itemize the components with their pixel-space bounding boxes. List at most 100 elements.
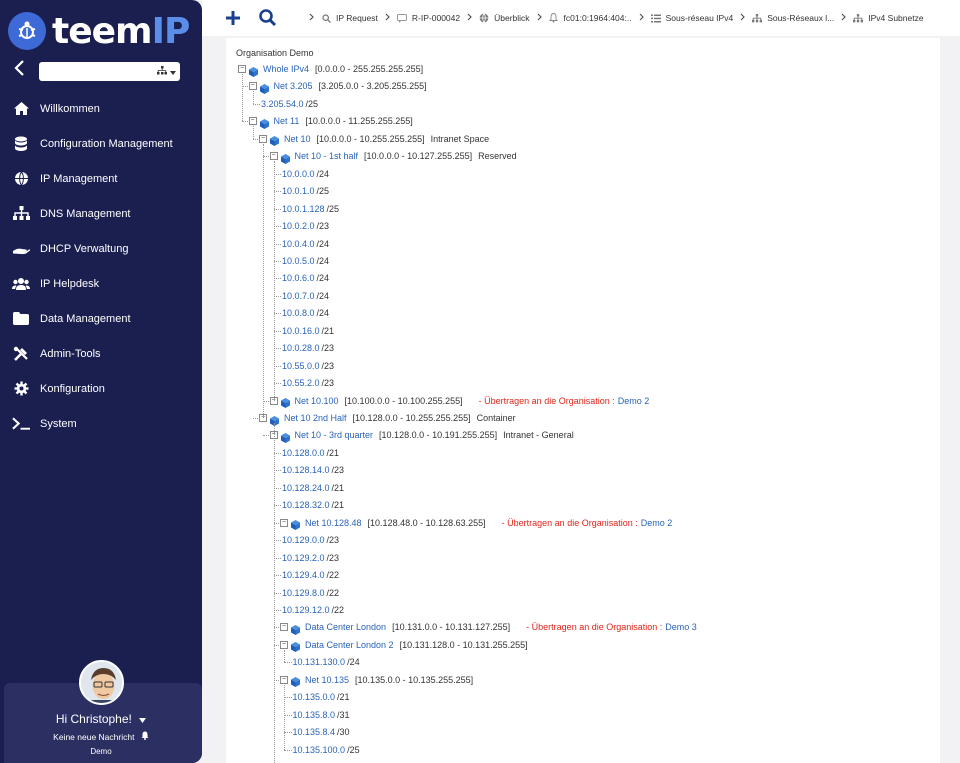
search-icon[interactable] bbox=[258, 8, 278, 28]
collapse-toggle-icon[interactable]: − bbox=[248, 117, 257, 126]
subnet-link[interactable]: 3.205.54.0 bbox=[261, 99, 304, 109]
tree-network-node: − Net 10 - 3rd quarter [10.128.0.0 - 10.19… bbox=[269, 428, 574, 443]
sidebar-item-willkommen[interactable]: Willkommen bbox=[0, 91, 202, 126]
network-link[interactable]: Data Center London 2 bbox=[305, 640, 394, 650]
network-link[interactable]: Net 11 bbox=[274, 116, 300, 126]
network-link[interactable]: Net 10.100 bbox=[295, 396, 339, 406]
sidebar-item-system[interactable]: System bbox=[0, 406, 202, 441]
notification-status[interactable]: Keine neue Nachricht bbox=[0, 731, 202, 742]
collapse-toggle-icon[interactable]: − bbox=[280, 675, 288, 684]
plus-icon[interactable] bbox=[223, 8, 243, 28]
network-link[interactable]: Net 10.128.48 bbox=[305, 518, 362, 528]
subnet-link[interactable]: 10.0.16.0 bbox=[282, 326, 320, 336]
avatar[interactable] bbox=[79, 660, 124, 705]
breadcrumb-item[interactable]: IPv4 Subnetze bbox=[853, 13, 924, 23]
sidebar-item-dhcp-verwaltung[interactable]: DHCP Verwaltung bbox=[0, 231, 202, 266]
sidebar-item-configuration-management[interactable]: Configuration Management bbox=[0, 126, 202, 161]
network-link[interactable]: Net 10 bbox=[284, 134, 311, 144]
subnet-link[interactable]: 10.129.4.0 bbox=[282, 570, 325, 580]
breadcrumb-item[interactable]: Sous-réseau IPv4 bbox=[650, 13, 733, 23]
tree-branch-line bbox=[273, 383, 281, 385]
subnet-link[interactable]: 10.55.2.0 bbox=[282, 378, 320, 388]
bell-icon bbox=[549, 13, 559, 23]
sidebar-item-dns-management[interactable]: DNS Management bbox=[0, 196, 202, 231]
user-greeting[interactable]: Hi Christophe! bbox=[0, 712, 202, 726]
tree-subnet-node: 10.0.7.0/24 bbox=[282, 289, 329, 303]
subnet-link[interactable]: 10.0.1.128 bbox=[282, 204, 325, 214]
sidebar-item-ip-helpdesk[interactable]: IP Helpdesk bbox=[0, 266, 202, 301]
breadcrumb-item[interactable]: fc01:0:1964:404:.. bbox=[549, 13, 632, 23]
breadcrumb-item[interactable]: IP Request bbox=[321, 13, 378, 23]
network-link[interactable]: Net 3.205 bbox=[274, 81, 313, 91]
subnet-link[interactable]: 10.129.2.0 bbox=[282, 553, 325, 563]
subnet-link[interactable]: 10.131.130.0 bbox=[293, 657, 346, 667]
tree-subnet-node: 10.55.2.0/23 bbox=[282, 376, 334, 390]
subnet-link[interactable]: 10.0.7.0 bbox=[282, 291, 315, 301]
subnet-link[interactable]: 10.0.8.0 bbox=[282, 308, 315, 318]
sidebar-item-ip-management[interactable]: IP Management bbox=[0, 161, 202, 196]
subnet-link[interactable]: 10.55.0.0 bbox=[282, 361, 320, 371]
collapse-toggle-icon[interactable]: − bbox=[248, 82, 257, 91]
subnet-link[interactable]: 10.0.5.0 bbox=[282, 256, 315, 266]
transfer-org-link[interactable]: Demo 3 bbox=[665, 622, 697, 632]
collapse-toggle-icon[interactable]: − bbox=[259, 134, 267, 143]
subnet-link[interactable]: 10.129.8.0 bbox=[282, 588, 325, 598]
tree-subnet-node: 10.128.32.0/21 bbox=[282, 498, 344, 512]
tree-subnet-node: 10.0.8.0/24 bbox=[282, 306, 329, 320]
subnet-link[interactable]: 10.128.32.0 bbox=[282, 500, 330, 510]
subnet-mask: /31 bbox=[337, 709, 350, 720]
network-link[interactable]: Net 10 - 3rd quarter bbox=[295, 430, 374, 440]
subnet-link[interactable]: 10.0.2.0 bbox=[282, 221, 315, 231]
subnet-link[interactable]: 10.0.28.0 bbox=[282, 343, 320, 353]
tree-guide-line bbox=[252, 126, 254, 139]
subnet-mask: /23 bbox=[321, 360, 335, 371]
breadcrumb-item[interactable]: Überblick bbox=[479, 13, 530, 23]
chevron-right-icon bbox=[385, 12, 390, 24]
transfer-org-link[interactable]: Demo 2 bbox=[641, 518, 673, 528]
subnet-link[interactable]: 10.0.6.0 bbox=[282, 273, 315, 283]
subnet-link[interactable]: 10.135.0.0 bbox=[293, 692, 336, 702]
transfer-org-link[interactable]: Demo 2 bbox=[618, 396, 650, 406]
tree-subnet-node: 10.0.4.0/24 bbox=[282, 237, 329, 251]
network-range: [10.131.128.0 - 10.131.255.255] bbox=[399, 639, 528, 650]
collapse-toggle-icon[interactable]: − bbox=[280, 623, 288, 632]
network-link[interactable]: Net 10.135 bbox=[305, 675, 349, 685]
subnet-link[interactable]: 10.0.4.0 bbox=[282, 239, 315, 249]
network-link[interactable]: Net 10 - 1st half bbox=[295, 151, 359, 161]
breadcrumb-item[interactable]: Sous-Réseaux l... bbox=[752, 13, 834, 23]
collapse-toggle-icon[interactable]: − bbox=[269, 152, 278, 161]
cube-icon bbox=[259, 83, 270, 94]
network-link[interactable]: Whole IPv4 bbox=[263, 64, 309, 74]
sidebar-item-admin-tools[interactable]: Admin-Tools bbox=[0, 336, 202, 371]
subnet-link[interactable]: 10.129.0.0 bbox=[282, 535, 325, 545]
subnet-link[interactable]: 10.129.12.0 bbox=[282, 605, 330, 615]
organisation-select[interactable] bbox=[39, 62, 180, 81]
tree-branch-line bbox=[273, 470, 281, 472]
breadcrumb-label: fc01:0:1964:404:.. bbox=[563, 13, 632, 23]
network-link[interactable]: Net 10 2nd Half bbox=[284, 413, 347, 423]
tree-network-node: − Data Center London 2 [10.131.128.0 - 10.… bbox=[280, 638, 528, 653]
sidebar-item-label: System bbox=[40, 417, 77, 430]
collapse-toggle-icon[interactable]: − bbox=[238, 65, 246, 73]
subnet-link[interactable]: 10.135.100.0 bbox=[293, 745, 346, 755]
cube-icon bbox=[291, 642, 301, 653]
subnet-link[interactable]: 10.135.8.0 bbox=[293, 710, 336, 720]
collapse-toggle-icon[interactable]: − bbox=[280, 518, 288, 527]
subnet-link[interactable]: 10.128.24.0 bbox=[282, 483, 330, 493]
collapse-toggle-icon[interactable]: − bbox=[280, 640, 288, 649]
subnet-link[interactable]: 10.135.8.4 bbox=[293, 727, 336, 737]
logo[interactable]: teemIP bbox=[8, 10, 190, 52]
tree-subnet-node: 10.0.1.128/25 bbox=[282, 202, 339, 216]
sidebar-item-label: Data Management bbox=[40, 312, 131, 325]
subnet-link[interactable]: 10.0.0.0 bbox=[282, 169, 315, 179]
network-link[interactable]: Data Center London bbox=[305, 622, 386, 632]
chevron-left-icon[interactable] bbox=[12, 58, 28, 78]
subnet-link[interactable]: 10.128.14.0 bbox=[282, 465, 330, 475]
sidebar-item-konfiguration[interactable]: Konfiguration bbox=[0, 371, 202, 406]
network-description: Intranet - General bbox=[503, 430, 574, 441]
breadcrumb-item[interactable]: R-IP-000042 bbox=[396, 13, 460, 23]
subnet-link[interactable]: 10.128.0.0 bbox=[282, 448, 325, 458]
subnet-link[interactable]: 10.0.1.0 bbox=[282, 186, 315, 196]
subnet-mask: /21 bbox=[331, 500, 345, 511]
sidebar-item-data-management[interactable]: Data Management bbox=[0, 301, 202, 336]
